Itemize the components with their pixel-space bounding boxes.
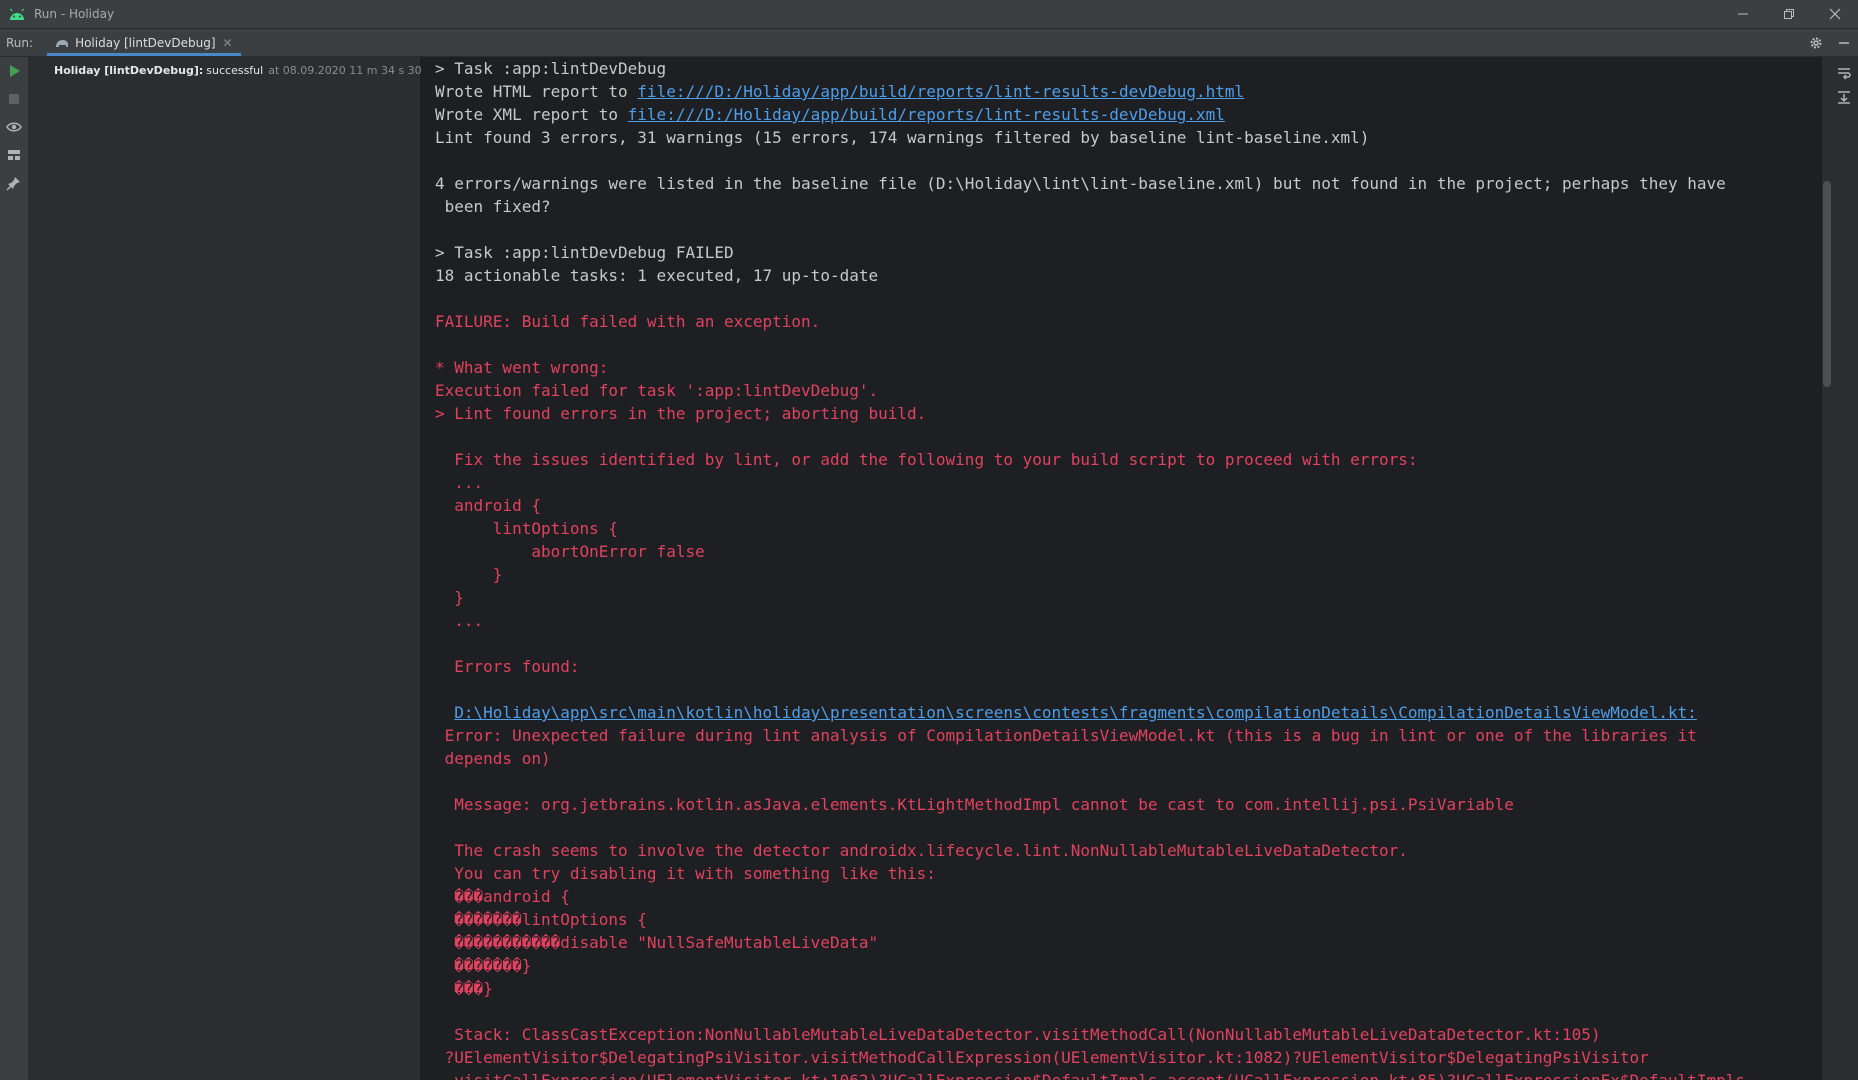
console-error-line: �������} [435,956,532,975]
tab-close-icon[interactable]: ✕ [223,36,233,50]
console-line: Wrote HTML report to file:///D:/Holiday/… [435,80,1821,103]
console-error-line: Execution failed for task ':app:lintDevD… [435,381,879,400]
active-tab-indicator [47,53,241,56]
console-error-line: Errors found: [435,657,580,676]
console-text: Wrote XML report to [435,105,628,124]
console-error-line: > Lint found errors in the project; abor… [435,404,927,423]
window-controls [1720,0,1858,28]
console-error-line: Fix the issues identified by lint, or ad… [435,450,1418,469]
android-icon [10,8,24,20]
tree-item-holiday-lintdevdebug[interactable]: Holiday [lintDevDebug]: successful at 08… [29,59,449,81]
console-error-line: android { [435,496,541,515]
restore-button[interactable] [1766,0,1812,28]
tabbar-actions [1802,29,1858,56]
console-error-line: The crash seems to involve the detector … [435,841,1408,860]
console-error-line: Error: Unexpected failure during lint an… [435,726,1697,745]
console-error-line: �����������disable "NullSafeMutableLiveD… [435,933,879,952]
run-label: Run: [6,35,34,50]
rerun-button[interactable] [0,57,28,85]
restore-icon [1784,9,1794,19]
html-report-link[interactable]: file:///D:/Holiday/app/build/reports/lin… [637,82,1244,101]
console-error-line: .visitCallExpression(UElementVisitor.kt:… [435,1069,1821,1080]
console-error-line: ���android { [435,887,570,906]
console-error-line: ... [435,611,484,630]
console-error-line: depends on) [435,749,551,768]
console-line: 18 actionable tasks: 1 executed, 17 up-t… [435,266,879,285]
console-error-line: } [435,565,503,584]
minimize-panel-icon [1839,41,1849,44]
console-error-line: D:\Holiday\app\src\main\kotlin\holiday\p… [435,701,1821,724]
console-scrollbar-thumb[interactable] [1823,181,1831,387]
console-error-line: * What went wrong: [435,358,609,377]
source-file-link[interactable]: D:\Holiday\app\src\main\kotlin\holiday\p… [454,703,1697,722]
console-right-gutter [1821,57,1858,1080]
view-button[interactable] [0,113,28,141]
scroll-to-end-button[interactable] [1834,87,1854,107]
window-title: Run - Holiday [34,7,115,21]
console-error-line: ?UElementVisitor$DelegatingPsiVisitor.vi… [435,1048,1649,1067]
console-error-line: Stack: ClassCastException:NonNullableMut… [435,1025,1601,1044]
build-tree-panel: Holiday [lintDevDebug]: successful at 08… [29,57,449,1080]
console-line: 4 errors/warnings were listed in the bas… [435,174,1726,193]
tab-holiday-lintdevdebug[interactable]: Holiday [lintDevDebug] ✕ [47,29,241,56]
close-button[interactable] [1812,0,1858,28]
tree-item-name: Holiday [lintDevDebug]: [54,63,204,77]
console-line: > Task :app:lintDevDebug [435,59,667,78]
run-toolbar [0,57,29,1080]
window-title-bar: Run - Holiday [0,0,1858,29]
eye-icon [6,122,22,132]
tree-item-status: successful [206,63,264,77]
gradle-elephant-icon [56,39,69,47]
close-icon [1829,8,1841,20]
stop-button[interactable] [0,85,28,113]
stop-icon [9,94,19,104]
soft-wrap-button[interactable] [1834,63,1854,83]
console-error-line: Message: org.jetbrains.kotlin.asJava.ele… [435,795,1514,814]
console-line: Lint found 3 errors, 31 warnings (15 err… [435,128,1370,147]
console-error-line: FAILURE: Build failed with an exception. [435,312,821,331]
minimize-button[interactable] [1720,0,1766,28]
console-line: > Task :app:lintDevDebug FAILED [435,243,734,262]
console-error-line: ���} [435,979,493,998]
console-error-line: ... [435,473,484,492]
soft-wrap-icon [1838,68,1851,80]
tab-label: Holiday [lintDevDebug] [75,35,216,50]
console-error-line: lintOptions { [435,519,619,538]
console-error-line: abortOnError false [435,542,705,561]
pin-button[interactable] [0,169,28,197]
gear-icon [1810,37,1822,48]
settings-button[interactable] [1802,36,1830,50]
console-output[interactable]: > Task :app:lintDevDebug Wrote HTML repor… [421,57,1821,1080]
scroll-to-end-icon [1838,91,1850,104]
xml-report-link[interactable]: file:///D:/Holiday/app/build/reports/lin… [628,105,1225,124]
console-error-line: You can try disabling it with something … [435,864,936,883]
console-line: been fixed? [435,197,551,216]
minimize-icon [1738,13,1748,15]
hide-panel-button[interactable] [1830,37,1858,49]
console-indent [435,703,454,722]
layout-icon [8,150,20,160]
console-text: Wrote HTML report to [435,82,638,101]
console-line: Wrote XML report to file:///D:/Holiday/a… [435,103,1821,126]
console-error-line: �������lintOptions { [435,910,647,929]
layout-button[interactable] [0,141,28,169]
play-icon [10,65,20,77]
console-error-line: } [435,588,464,607]
pin-icon [6,177,20,191]
run-tab-bar: Run: Holiday [lintDevDebug] ✕ [0,29,1858,57]
